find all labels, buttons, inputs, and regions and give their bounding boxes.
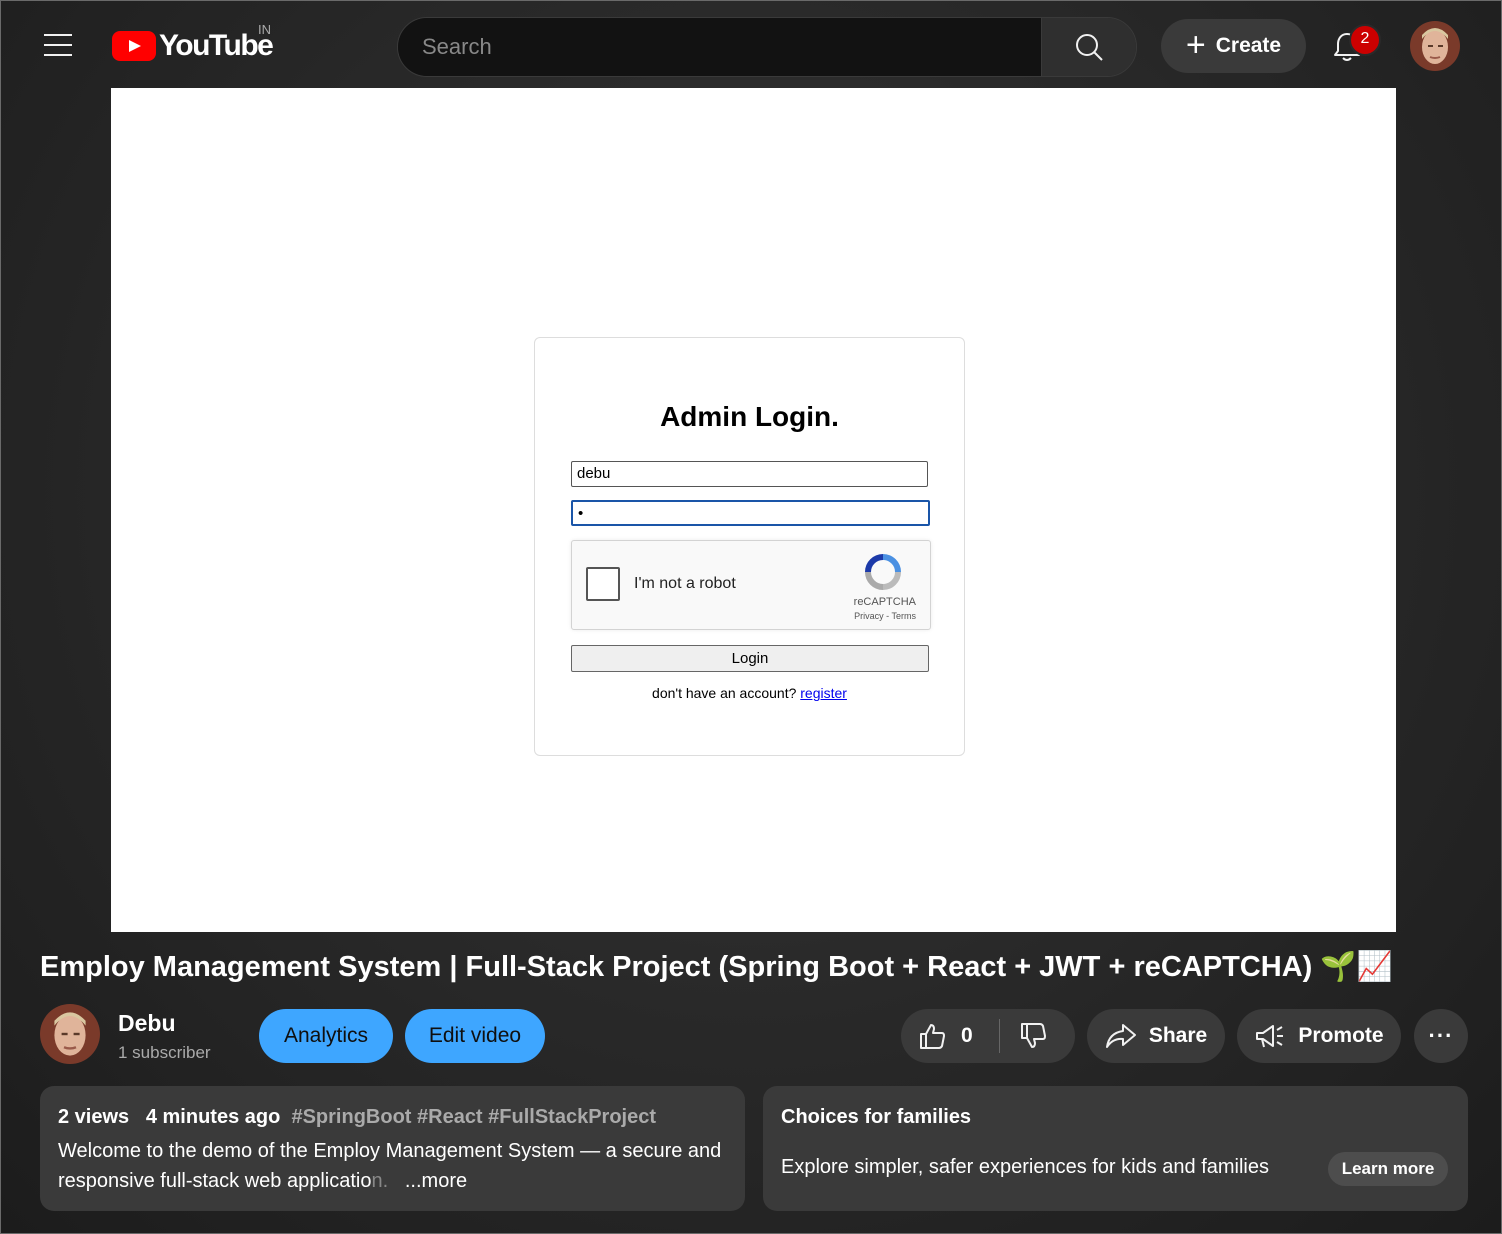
- channel-avatar[interactable]: [40, 1004, 100, 1064]
- analytics-button[interactable]: Analytics: [259, 1009, 393, 1063]
- notification-badge: 2: [1349, 24, 1381, 56]
- description-box[interactable]: 2 views 4 minutes ago #SpringBoot #React…: [40, 1086, 745, 1211]
- login-card: Admin Login. debu • I'm not a robot reCA…: [534, 337, 965, 756]
- share-label: Share: [1148, 1024, 1208, 1047]
- description-faded: n.: [371, 1170, 389, 1192]
- captcha-privacy-terms[interactable]: Privacy - Terms: [854, 611, 916, 621]
- megaphone-icon: [1256, 1025, 1284, 1048]
- video-title: Employ Management System | Full-Stack Pr…: [40, 951, 1393, 983]
- recaptcha-icon: [865, 554, 901, 590]
- youtube-play-icon: [112, 31, 156, 61]
- create-label: Create: [1215, 34, 1282, 57]
- login-title: Admin Login.: [660, 401, 839, 432]
- subscriber-count: 1 subscriber: [118, 1043, 211, 1062]
- create-button[interactable]: + Create: [1161, 19, 1306, 73]
- register-prompt: don't have an account? register: [535, 685, 964, 701]
- upload-time: 4 minutes ago: [145, 1106, 281, 1128]
- hashtags[interactable]: #SpringBoot #React #FullStackProject: [291, 1106, 656, 1128]
- country-code: IN: [258, 22, 271, 37]
- captcha-brand: reCAPTCHA: [853, 596, 916, 608]
- password-field[interactable]: •: [571, 500, 930, 526]
- more-actions-button[interactable]: ···: [1414, 1009, 1468, 1063]
- plus-icon: +: [1185, 25, 1206, 64]
- video-player[interactable]: Admin Login. debu • I'm not a robot reCA…: [111, 88, 1396, 932]
- promote-button[interactable]: Promote: [1237, 1009, 1401, 1063]
- thumbs-down-icon: [1021, 1023, 1046, 1048]
- username-field[interactable]: debu: [571, 461, 928, 487]
- captcha-checkbox[interactable]: [586, 567, 620, 601]
- description-text: Welcome to the demo of the Employ Manage…: [58, 1136, 728, 1196]
- promote-label: Promote: [1298, 1024, 1384, 1047]
- share-icon: [1105, 1024, 1136, 1048]
- recaptcha-widget: I'm not a robot reCAPTCHA Privacy - Term…: [571, 540, 931, 630]
- captcha-label: I'm not a robot: [634, 575, 736, 592]
- families-heading: Choices for families: [781, 1106, 972, 1128]
- share-button[interactable]: Share: [1087, 1009, 1225, 1063]
- search-icon: [1076, 34, 1103, 61]
- search-bar: Search: [397, 17, 1137, 77]
- youtube-logo[interactable]: YouTube IN: [112, 22, 274, 62]
- edit-video-button[interactable]: Edit video: [405, 1009, 545, 1063]
- dislike-button[interactable]: [1000, 1021, 1048, 1051]
- search-input[interactable]: Search: [398, 18, 1041, 76]
- account-avatar[interactable]: [1410, 21, 1460, 71]
- hamburger-menu-icon[interactable]: [44, 34, 72, 56]
- like-button[interactable]: 0: [901, 1021, 997, 1051]
- channel-name[interactable]: Debu: [118, 1010, 176, 1037]
- more-link[interactable]: ...more: [405, 1170, 467, 1192]
- thumbs-up-icon: [920, 1024, 945, 1049]
- learn-more-button[interactable]: Learn more: [1328, 1152, 1448, 1186]
- register-prompt-text: don't have an account?: [652, 685, 797, 701]
- families-panel: Choices for families Explore simpler, sa…: [763, 1086, 1468, 1211]
- search-button[interactable]: [1041, 18, 1136, 76]
- like-count: 0: [961, 1024, 973, 1047]
- description-meta: 2 views 4 minutes ago #SpringBoot #React…: [58, 1106, 656, 1129]
- description-body: Welcome to the demo of the Employ Manage…: [58, 1140, 722, 1192]
- view-count: 2 views: [58, 1106, 130, 1128]
- login-button[interactable]: Login: [571, 645, 929, 672]
- logo-text: YouTube: [159, 29, 274, 62]
- families-text: Explore simpler, safer experiences for k…: [781, 1156, 1269, 1178]
- like-dislike-group: 0: [901, 1009, 1075, 1063]
- register-link[interactable]: register: [800, 685, 847, 701]
